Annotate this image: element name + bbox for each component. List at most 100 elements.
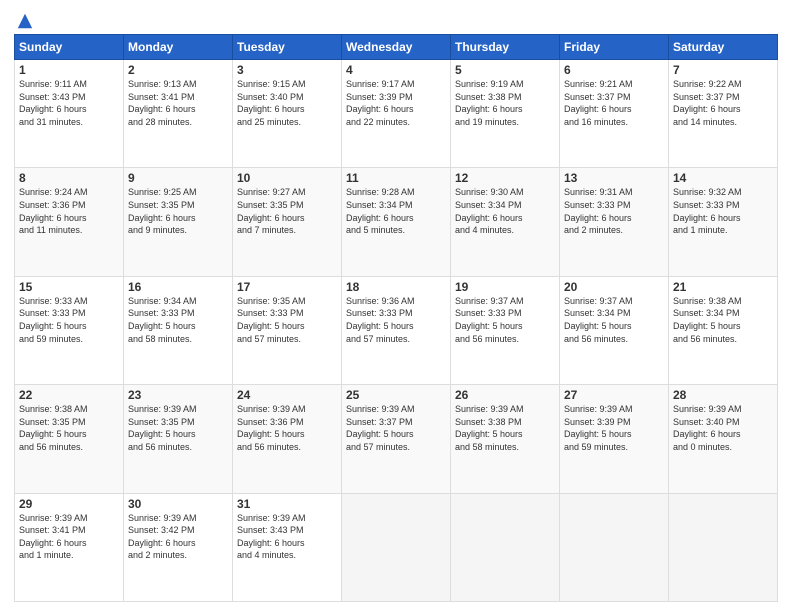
day-number: 26 (455, 388, 555, 402)
day-number: 27 (564, 388, 664, 402)
calendar-cell (451, 493, 560, 601)
day-number: 7 (673, 63, 773, 77)
day-info: Sunrise: 9:37 AMSunset: 3:34 PMDaylight:… (564, 295, 664, 345)
day-info: Sunrise: 9:31 AMSunset: 3:33 PMDaylight:… (564, 186, 664, 236)
day-info: Sunrise: 9:39 AMSunset: 3:40 PMDaylight:… (673, 403, 773, 453)
weekday-header-row: SundayMondayTuesdayWednesdayThursdayFrid… (15, 35, 778, 60)
calendar-cell: 28Sunrise: 9:39 AMSunset: 3:40 PMDayligh… (669, 385, 778, 493)
day-info: Sunrise: 9:28 AMSunset: 3:34 PMDaylight:… (346, 186, 446, 236)
day-number: 23 (128, 388, 228, 402)
day-number: 1 (19, 63, 119, 77)
calendar-cell: 17Sunrise: 9:35 AMSunset: 3:33 PMDayligh… (233, 276, 342, 384)
calendar-cell: 12Sunrise: 9:30 AMSunset: 3:34 PMDayligh… (451, 168, 560, 276)
calendar-week-3: 15Sunrise: 9:33 AMSunset: 3:33 PMDayligh… (15, 276, 778, 384)
calendar-cell: 1Sunrise: 9:11 AMSunset: 3:43 PMDaylight… (15, 60, 124, 168)
day-number: 19 (455, 280, 555, 294)
day-info: Sunrise: 9:19 AMSunset: 3:38 PMDaylight:… (455, 78, 555, 128)
day-number: 31 (237, 497, 337, 511)
day-info: Sunrise: 9:22 AMSunset: 3:37 PMDaylight:… (673, 78, 773, 128)
day-info: Sunrise: 9:24 AMSunset: 3:36 PMDaylight:… (19, 186, 119, 236)
day-info: Sunrise: 9:17 AMSunset: 3:39 PMDaylight:… (346, 78, 446, 128)
day-info: Sunrise: 9:39 AMSunset: 3:35 PMDaylight:… (128, 403, 228, 453)
day-info: Sunrise: 9:13 AMSunset: 3:41 PMDaylight:… (128, 78, 228, 128)
day-info: Sunrise: 9:33 AMSunset: 3:33 PMDaylight:… (19, 295, 119, 345)
day-number: 10 (237, 171, 337, 185)
day-number: 15 (19, 280, 119, 294)
day-number: 24 (237, 388, 337, 402)
calendar-cell: 8Sunrise: 9:24 AMSunset: 3:36 PMDaylight… (15, 168, 124, 276)
calendar-week-5: 29Sunrise: 9:39 AMSunset: 3:41 PMDayligh… (15, 493, 778, 601)
day-info: Sunrise: 9:30 AMSunset: 3:34 PMDaylight:… (455, 186, 555, 236)
day-number: 22 (19, 388, 119, 402)
calendar-cell: 25Sunrise: 9:39 AMSunset: 3:37 PMDayligh… (342, 385, 451, 493)
day-number: 14 (673, 171, 773, 185)
weekday-header-saturday: Saturday (669, 35, 778, 60)
day-info: Sunrise: 9:34 AMSunset: 3:33 PMDaylight:… (128, 295, 228, 345)
day-info: Sunrise: 9:39 AMSunset: 3:39 PMDaylight:… (564, 403, 664, 453)
day-number: 6 (564, 63, 664, 77)
day-number: 29 (19, 497, 119, 511)
calendar-cell: 2Sunrise: 9:13 AMSunset: 3:41 PMDaylight… (124, 60, 233, 168)
weekday-header-wednesday: Wednesday (342, 35, 451, 60)
calendar-cell: 11Sunrise: 9:28 AMSunset: 3:34 PMDayligh… (342, 168, 451, 276)
calendar-cell: 13Sunrise: 9:31 AMSunset: 3:33 PMDayligh… (560, 168, 669, 276)
calendar-table: SundayMondayTuesdayWednesdayThursdayFrid… (14, 34, 778, 602)
calendar-cell: 22Sunrise: 9:38 AMSunset: 3:35 PMDayligh… (15, 385, 124, 493)
calendar-cell: 18Sunrise: 9:36 AMSunset: 3:33 PMDayligh… (342, 276, 451, 384)
calendar-cell: 21Sunrise: 9:38 AMSunset: 3:34 PMDayligh… (669, 276, 778, 384)
day-number: 18 (346, 280, 446, 294)
calendar-cell (342, 493, 451, 601)
calendar-cell: 10Sunrise: 9:27 AMSunset: 3:35 PMDayligh… (233, 168, 342, 276)
day-info: Sunrise: 9:39 AMSunset: 3:43 PMDaylight:… (237, 512, 337, 562)
calendar-cell: 29Sunrise: 9:39 AMSunset: 3:41 PMDayligh… (15, 493, 124, 601)
calendar-cell: 27Sunrise: 9:39 AMSunset: 3:39 PMDayligh… (560, 385, 669, 493)
calendar-cell: 23Sunrise: 9:39 AMSunset: 3:35 PMDayligh… (124, 385, 233, 493)
day-number: 8 (19, 171, 119, 185)
day-number: 4 (346, 63, 446, 77)
day-number: 21 (673, 280, 773, 294)
weekday-header-tuesday: Tuesday (233, 35, 342, 60)
calendar-cell: 20Sunrise: 9:37 AMSunset: 3:34 PMDayligh… (560, 276, 669, 384)
logo (14, 12, 34, 26)
day-info: Sunrise: 9:36 AMSunset: 3:33 PMDaylight:… (346, 295, 446, 345)
weekday-header-sunday: Sunday (15, 35, 124, 60)
day-number: 9 (128, 171, 228, 185)
day-info: Sunrise: 9:38 AMSunset: 3:35 PMDaylight:… (19, 403, 119, 453)
day-number: 16 (128, 280, 228, 294)
calendar-cell: 14Sunrise: 9:32 AMSunset: 3:33 PMDayligh… (669, 168, 778, 276)
day-number: 12 (455, 171, 555, 185)
calendar-cell: 24Sunrise: 9:39 AMSunset: 3:36 PMDayligh… (233, 385, 342, 493)
day-number: 5 (455, 63, 555, 77)
calendar-cell: 30Sunrise: 9:39 AMSunset: 3:42 PMDayligh… (124, 493, 233, 601)
calendar-week-4: 22Sunrise: 9:38 AMSunset: 3:35 PMDayligh… (15, 385, 778, 493)
calendar-week-2: 8Sunrise: 9:24 AMSunset: 3:36 PMDaylight… (15, 168, 778, 276)
day-info: Sunrise: 9:37 AMSunset: 3:33 PMDaylight:… (455, 295, 555, 345)
day-number: 13 (564, 171, 664, 185)
calendar-cell: 3Sunrise: 9:15 AMSunset: 3:40 PMDaylight… (233, 60, 342, 168)
calendar-cell: 5Sunrise: 9:19 AMSunset: 3:38 PMDaylight… (451, 60, 560, 168)
calendar-cell: 4Sunrise: 9:17 AMSunset: 3:39 PMDaylight… (342, 60, 451, 168)
calendar-cell: 26Sunrise: 9:39 AMSunset: 3:38 PMDayligh… (451, 385, 560, 493)
calendar-cell: 7Sunrise: 9:22 AMSunset: 3:37 PMDaylight… (669, 60, 778, 168)
day-info: Sunrise: 9:25 AMSunset: 3:35 PMDaylight:… (128, 186, 228, 236)
day-info: Sunrise: 9:21 AMSunset: 3:37 PMDaylight:… (564, 78, 664, 128)
weekday-header-thursday: Thursday (451, 35, 560, 60)
calendar-cell: 19Sunrise: 9:37 AMSunset: 3:33 PMDayligh… (451, 276, 560, 384)
calendar-cell: 6Sunrise: 9:21 AMSunset: 3:37 PMDaylight… (560, 60, 669, 168)
header (14, 12, 778, 26)
day-info: Sunrise: 9:39 AMSunset: 3:41 PMDaylight:… (19, 512, 119, 562)
calendar-cell: 16Sunrise: 9:34 AMSunset: 3:33 PMDayligh… (124, 276, 233, 384)
calendar-cell: 9Sunrise: 9:25 AMSunset: 3:35 PMDaylight… (124, 168, 233, 276)
weekday-header-monday: Monday (124, 35, 233, 60)
day-number: 28 (673, 388, 773, 402)
day-info: Sunrise: 9:35 AMSunset: 3:33 PMDaylight:… (237, 295, 337, 345)
logo-icon (16, 12, 34, 30)
day-number: 2 (128, 63, 228, 77)
day-info: Sunrise: 9:11 AMSunset: 3:43 PMDaylight:… (19, 78, 119, 128)
day-info: Sunrise: 9:39 AMSunset: 3:37 PMDaylight:… (346, 403, 446, 453)
day-number: 11 (346, 171, 446, 185)
day-info: Sunrise: 9:39 AMSunset: 3:36 PMDaylight:… (237, 403, 337, 453)
calendar-cell (560, 493, 669, 601)
calendar-cell: 31Sunrise: 9:39 AMSunset: 3:43 PMDayligh… (233, 493, 342, 601)
page: SundayMondayTuesdayWednesdayThursdayFrid… (0, 0, 792, 612)
